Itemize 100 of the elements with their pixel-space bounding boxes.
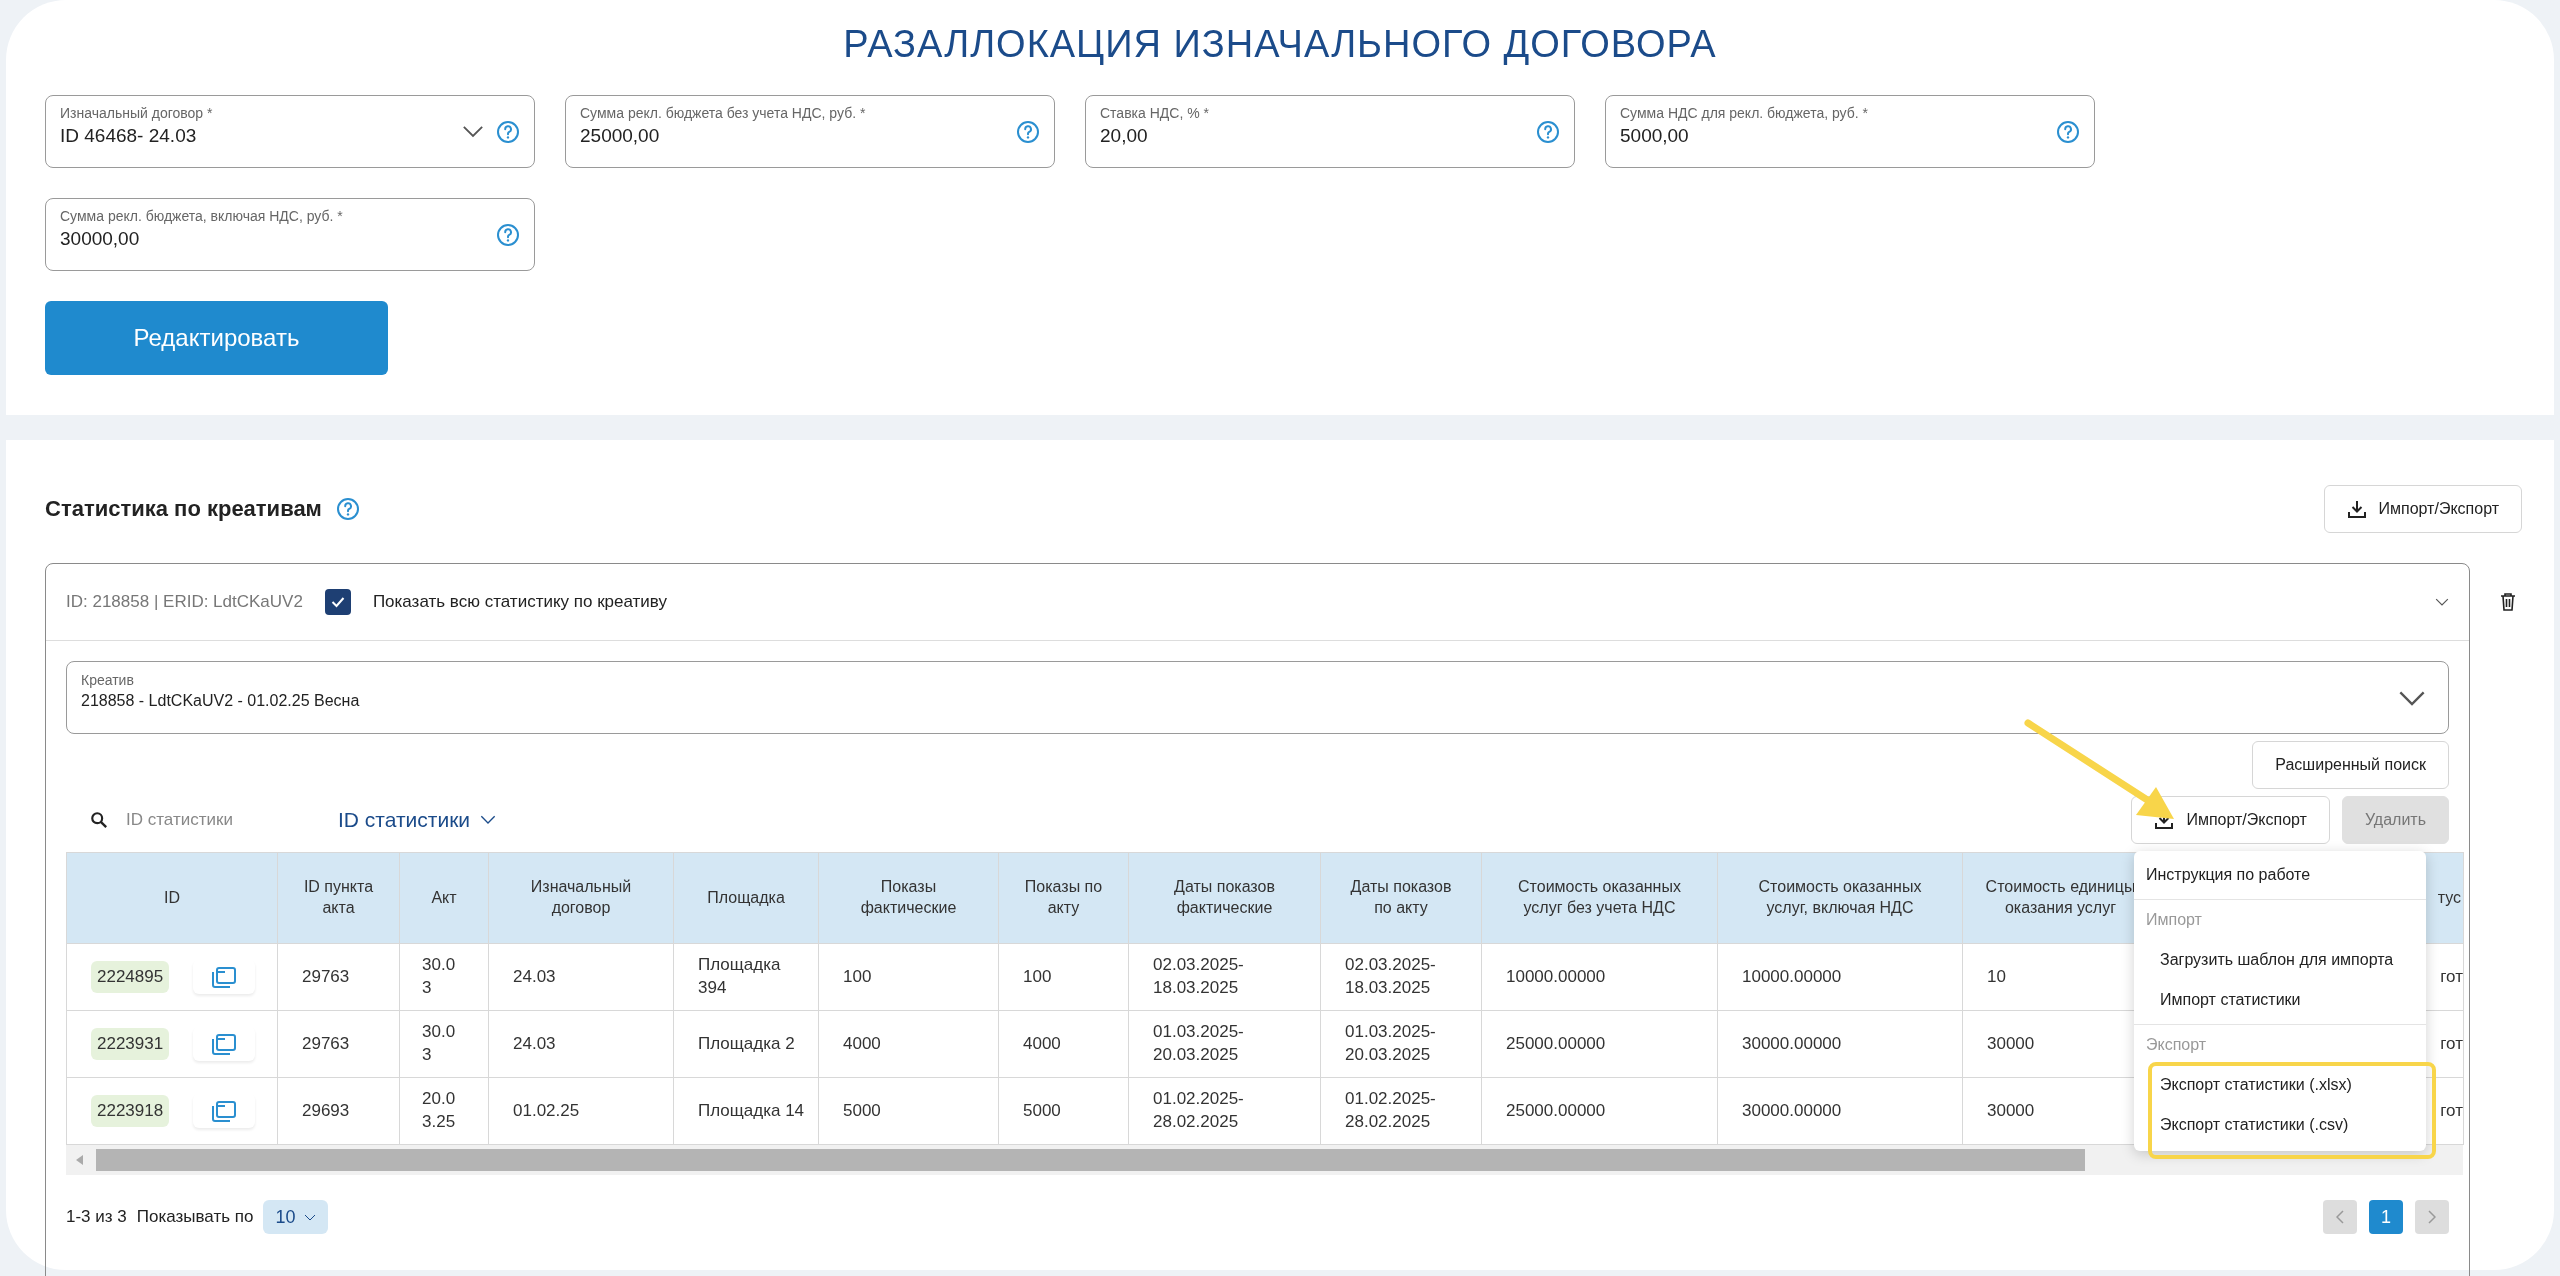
page-size-select[interactable]: 10 xyxy=(263,1200,328,1234)
help-icon[interactable] xyxy=(2056,119,2080,144)
amount-field[interactable]: Ставка НДС, % * 20,00 xyxy=(1085,95,1575,168)
chevron-left-icon xyxy=(2336,1210,2344,1224)
table-cell: 4000 xyxy=(818,1010,999,1078)
table-cell: 01.02.2025-28.02.2025 xyxy=(1320,1077,1482,1145)
column-header: ID пункта акта xyxy=(277,852,400,944)
table-cell: 29763 xyxy=(277,1010,400,1078)
chevron-down-icon[interactable] xyxy=(462,125,484,138)
amount-field[interactable]: Сумма НДС для рекл. бюджета, руб. * 5000,00 xyxy=(1605,95,2095,168)
table-cell: 5000 xyxy=(818,1077,999,1145)
search-icon xyxy=(90,811,108,829)
chevron-down-icon[interactable] xyxy=(2398,690,2426,707)
column-header: ID xyxy=(66,852,278,944)
id-badge[interactable]: 2223918 xyxy=(91,1094,170,1128)
field-value: 25000,00 xyxy=(580,125,660,147)
amount-field[interactable]: Сумма рекл. бюджета, включая НДС, руб. * 30000,00 xyxy=(45,198,535,271)
column-header: Акт xyxy=(399,852,489,944)
column-header: Показы фактические xyxy=(818,852,999,944)
contract-select[interactable]: Изначальный договор * ID 46468- 24.03 xyxy=(45,95,535,168)
import-export-button[interactable]: Импорт/Экспорт xyxy=(2131,796,2330,844)
table-cell: 25000.00000 xyxy=(1481,1077,1718,1145)
id-badge[interactable]: 2223931 xyxy=(91,1027,170,1061)
chevron-right-icon xyxy=(2428,1210,2436,1224)
field-value: 20,00 xyxy=(1100,125,1148,147)
page-title: РАЗАЛЛОКАЦИЯ ИЗНАЧАЛЬНОГО ДОГОВОРА xyxy=(842,22,1718,67)
column-header: Изначальный договор xyxy=(488,852,674,944)
help-icon[interactable] xyxy=(1536,119,1560,144)
section-title: Статистика по креативам xyxy=(45,496,322,522)
table-cell: 30000.00000 xyxy=(1717,1077,1963,1145)
table-cell: 30000.00000 xyxy=(1717,1010,1963,1078)
show-all-checkbox[interactable] xyxy=(324,589,351,615)
collapse-chevron-icon[interactable] xyxy=(2435,597,2449,607)
table-cell: 10000.00000 xyxy=(1717,943,1963,1011)
table-cell: 29693 xyxy=(277,1077,400,1145)
table-cell: 01.02.2025-28.02.2025 xyxy=(1128,1077,1321,1145)
table-cell: 01.03.2025-20.03.2025 xyxy=(1320,1010,1482,1078)
table-cell: 02.03.2025-18.03.2025 xyxy=(1320,943,1482,1011)
table-cell: 24.03 xyxy=(488,1010,674,1078)
field-value: 5000,00 xyxy=(1620,125,1689,147)
column-header: Стоимость оказанных услуг без учета НДС xyxy=(1481,852,1718,944)
field-value: 30000,00 xyxy=(60,228,140,250)
table-cell: 4000 xyxy=(998,1010,1129,1078)
advanced-search-button[interactable]: Расширенный поиск xyxy=(2252,741,2449,789)
checkbox-label: Показать всю статистику по креативу xyxy=(372,592,669,612)
chevron-down-icon[interactable] xyxy=(303,1213,316,1221)
help-icon[interactable] xyxy=(496,119,520,144)
column-header: Даты показов фактические xyxy=(1128,852,1321,944)
creative-select[interactable]: Креатив 218858 - LdtCKaUV2 - 01.02.25 Весна xyxy=(66,661,2449,734)
table-cell: Площадка 394 xyxy=(673,943,819,1011)
column-header: Показы по акту xyxy=(998,852,1129,944)
field-label: Сумма рекл. бюджета, включая НДС, руб. * xyxy=(60,208,344,224)
table-cell: 20.03.25 xyxy=(399,1077,489,1145)
scrollbar-thumb[interactable] xyxy=(96,1149,2085,1171)
field-label: Ставка НДС, % * xyxy=(1100,105,1210,121)
copy-icon xyxy=(211,1100,238,1122)
id-badge[interactable]: 2224895 xyxy=(91,960,170,994)
column-header: Площадка xyxy=(673,852,819,944)
horizontal-scrollbar[interactable] xyxy=(66,1145,2463,1175)
table-cell: Площадка 14 xyxy=(673,1077,819,1145)
table-cell: 01.02.25 xyxy=(488,1077,674,1145)
chevron-down-icon[interactable] xyxy=(480,815,497,825)
range-label: 1-3 из 3 xyxy=(66,1207,127,1227)
scroll-left-icon[interactable] xyxy=(76,1155,84,1165)
field-value: 218858 - LdtCKaUV2 - 01.02.25 Весна xyxy=(81,692,360,710)
table-cell: 5000 xyxy=(998,1077,1129,1145)
table-cell: 10000.00000 xyxy=(1481,943,1718,1011)
column-header: Стоимость оказанных услуг, включая НДС xyxy=(1717,852,1963,944)
creative-id-label: ID: 218858 | ERID: LdtCKaUV2 xyxy=(66,592,303,612)
copy-icon xyxy=(211,966,238,988)
table-cell: 25000.00000 xyxy=(1481,1010,1718,1078)
field-label: Сумма НДС для рекл. бюджета, руб. * xyxy=(1620,105,1869,121)
copy-icon xyxy=(211,1033,238,1055)
download-icon xyxy=(2346,499,2367,519)
table-cell: 30.03 xyxy=(399,1010,489,1078)
search-by-dropdown[interactable]: ID статистики xyxy=(338,808,497,832)
table-cell: Площадка 2 xyxy=(673,1010,819,1078)
help-icon[interactable] xyxy=(1016,119,1040,144)
field-label: Изначальный договор * xyxy=(60,105,214,121)
table-cell: 100 xyxy=(818,943,999,1011)
help-icon[interactable] xyxy=(335,497,360,521)
edit-button[interactable]: Редактировать xyxy=(45,301,388,375)
table-cell: 01.03.2025-20.03.2025 xyxy=(1128,1010,1321,1078)
field-value: ID 46468- 24.03 xyxy=(60,125,197,147)
page-button[interactable]: 1 xyxy=(2369,1200,2403,1234)
field-label: Креатив xyxy=(81,672,135,688)
table-cell: 100 xyxy=(998,943,1129,1011)
table-cell: 30.03 xyxy=(399,943,489,1011)
table-cell: 02.03.2025-18.03.2025 xyxy=(1128,943,1321,1011)
table-cell: 24.03 xyxy=(488,943,674,1011)
trash-icon[interactable] xyxy=(2500,593,2516,611)
amount-field[interactable]: Сумма рекл. бюджета без учета НДС, руб. * 25000,00 xyxy=(565,95,1055,168)
help-icon[interactable] xyxy=(496,222,520,247)
table-cell: 29763 xyxy=(277,943,400,1011)
column-header: Даты показов по акту xyxy=(1320,852,1482,944)
field-label: Сумма рекл. бюджета без учета НДС, руб. * xyxy=(580,105,867,121)
import-export-button[interactable]: Импорт/Экспорт xyxy=(2323,485,2522,533)
check-icon xyxy=(330,596,345,608)
menu-group-label: Экспорт xyxy=(2134,1024,2426,1065)
page-size-label: Показывать по xyxy=(136,1207,254,1227)
